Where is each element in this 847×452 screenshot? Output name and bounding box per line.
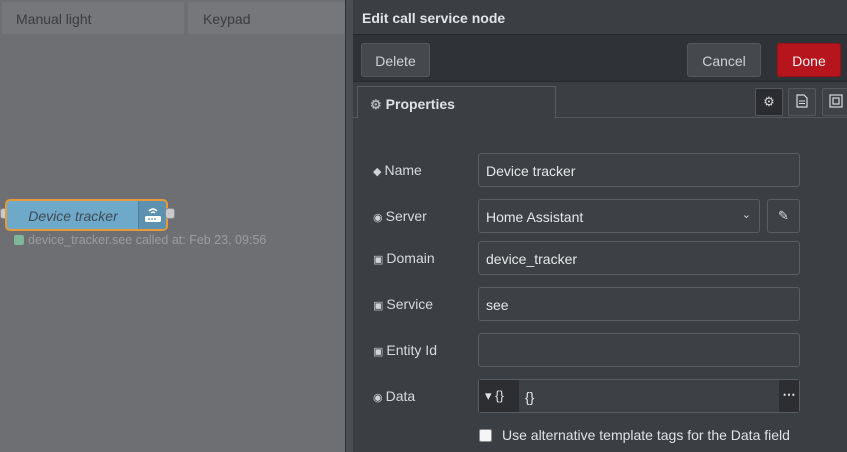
caret-down-icon: ▾ <box>485 388 492 403</box>
done-button[interactable]: Done <box>777 43 841 77</box>
name-label: ◆ Name <box>373 162 422 178</box>
node-output-port[interactable] <box>165 208 175 219</box>
edit-server-pencil-icon[interactable]: ✎ <box>767 199 800 233</box>
name-input[interactable]: Device tracker <box>478 153 800 187</box>
server-select[interactable]: Home Assistant ⌄ <box>478 199 760 233</box>
editor-tabs: ⚙ Properties ⚙ <box>353 84 847 119</box>
settings-gear-icon[interactable]: ⚙ <box>755 88 783 116</box>
chevron-down-icon: ⌄ <box>741 209 751 221</box>
server-select-value: Home Assistant <box>486 209 584 225</box>
alt-template-option: Use alternative template tags for the Da… <box>479 427 790 443</box>
cube-icon: ▣ <box>373 254 384 266</box>
server-row: ◉ Server Home Assistant ⌄ ✎ <box>373 199 843 233</box>
status-dot-icon <box>14 235 24 245</box>
flow-tab-manual-light[interactable]: Manual light <box>2 2 184 34</box>
domain-row: ▣ Domain device_tracker <box>373 241 843 275</box>
domain-label: ▣ Domain <box>373 250 435 266</box>
description-document-icon[interactable] <box>788 88 816 116</box>
data-row: ◉ Data ▾ {} {} ⋯ <box>373 379 843 413</box>
alt-template-label: Use alternative template tags for the Da… <box>502 427 790 443</box>
service-label: ▣ Service <box>373 296 434 312</box>
service-input[interactable]: see <box>478 287 800 321</box>
data-typed-input: ▾ {} {} ⋯ <box>478 379 800 413</box>
flow-workspace: Manual light Keypad Device tracker devic… <box>0 0 345 452</box>
node-label: Device tracker <box>28 208 118 224</box>
router-icon <box>138 201 166 229</box>
data-label: ◉ Data <box>373 388 416 404</box>
target-icon: ◉ <box>373 392 383 404</box>
tag-icon: ◆ <box>373 166 382 178</box>
tab-properties[interactable]: ⚙ Properties <box>357 86 556 119</box>
domain-input[interactable]: device_tracker <box>478 241 800 275</box>
name-row: ◆ Name Device tracker <box>373 153 843 187</box>
delete-button[interactable]: Delete <box>361 43 430 77</box>
device-tracker-node[interactable]: Device tracker <box>5 199 168 231</box>
node-status: device_tracker.see called at: Feb 23, 09… <box>14 233 266 247</box>
service-row: ▣ Service see <box>373 287 843 321</box>
edit-node-panel: Edit call service node Delete Cancel Don… <box>353 0 847 452</box>
editor-toolbar: Delete Cancel Done <box>353 34 847 82</box>
cancel-button[interactable]: Cancel <box>687 43 761 77</box>
ellipsis-icon[interactable]: ⋯ <box>779 380 799 412</box>
tab-properties-label: Properties <box>385 96 455 112</box>
data-type-value: {} <box>495 388 504 403</box>
alt-template-checkbox[interactable] <box>479 429 492 442</box>
flow-tab-bar: Manual light Keypad <box>0 0 345 37</box>
panel-splitter[interactable] <box>345 0 353 452</box>
data-input[interactable]: {} <box>519 380 779 412</box>
gear-icon: ⚙ <box>370 97 382 112</box>
entity-id-input[interactable] <box>478 333 800 367</box>
target-icon: ◉ <box>373 212 383 224</box>
entity-id-label: ▣ Entity Id <box>373 342 437 358</box>
cube-icon: ▣ <box>373 300 384 312</box>
panel-title: Edit call service node <box>362 10 506 26</box>
cube-icon: ▣ <box>373 346 384 358</box>
appearance-frame-icon[interactable] <box>822 88 847 116</box>
status-text: device_tracker.see called at: Feb 23, 09… <box>28 233 267 247</box>
flow-tab-keypad[interactable]: Keypad <box>188 2 345 34</box>
data-type-select[interactable]: ▾ {} <box>479 380 519 412</box>
entity-id-row: ▣ Entity Id <box>373 333 843 367</box>
server-label: ◉ Server <box>373 208 427 224</box>
